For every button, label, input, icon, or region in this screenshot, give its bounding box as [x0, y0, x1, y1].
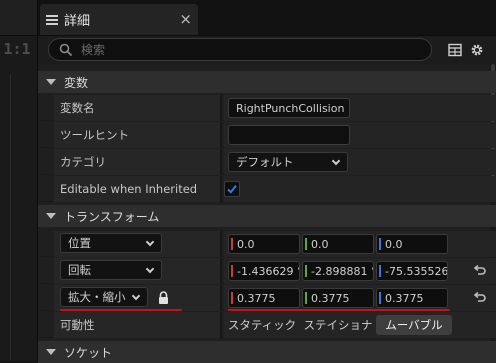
search-row	[38, 36, 496, 64]
chevron-down-icon	[145, 264, 155, 274]
property-row-variable-name: 変数名 RightPunchCollision	[38, 95, 496, 121]
scale-x-field[interactable]: 0.3775	[228, 288, 300, 308]
section-transform-header[interactable]: トランスフォーム	[38, 205, 496, 227]
property-row-location: 位置 0.0 0.0 0.0	[38, 231, 496, 257]
viewport-toolbar	[0, 0, 37, 36]
close-icon[interactable]: ×	[179, 10, 192, 28]
checkmark-icon	[227, 185, 237, 194]
search-input[interactable]	[81, 42, 401, 57]
section-title: 変数	[64, 75, 89, 90]
property-row-rotation: 回転 -1.436629 ° -2.898881 ° -75.535526	[38, 258, 496, 284]
property-row-mobility: 可動性 スタティック ステイショナ ムーバブル	[38, 312, 496, 338]
reset-arrow-icon[interactable]	[472, 264, 486, 278]
reset-arrow-icon[interactable]	[472, 291, 486, 305]
section-socket-header[interactable]: ソケット	[38, 341, 496, 363]
collapse-triangle-icon[interactable]	[46, 213, 56, 219]
rotation-label: 回転	[68, 263, 91, 277]
tab-bar: 詳細 ×	[38, 0, 496, 36]
table-view-icon[interactable]	[448, 43, 462, 57]
location-y-field[interactable]: 0.0	[302, 234, 374, 254]
mobility-option-movable[interactable]: ムーバブル	[376, 315, 452, 335]
scale-label: 拡大・縮小	[68, 290, 126, 304]
section-variable-header[interactable]: 変数	[38, 71, 496, 93]
property-row-editable-inherited: Editable when Inherited	[38, 176, 496, 202]
property-label: カテゴリ	[54, 149, 222, 175]
section-title: ソケット	[64, 345, 113, 360]
mobility-option-static[interactable]: スタティック	[224, 315, 300, 335]
collapse-triangle-icon[interactable]	[46, 349, 56, 355]
tooltip-field[interactable]	[228, 125, 350, 145]
viewport-edge: 1:1	[0, 0, 38, 361]
mobility-segmented-control: スタティック ステイショナ ムーバブル	[224, 315, 496, 335]
location-mode-dropdown[interactable]: 位置	[60, 233, 162, 253]
scale-y-field[interactable]: 0.3775	[302, 288, 374, 308]
property-label: Editable when Inherited	[54, 176, 222, 202]
property-row-tooltip: ツールヒント	[38, 122, 496, 148]
property-label: 可動性	[54, 312, 222, 338]
variable-name-field[interactable]: RightPunchCollision	[228, 98, 350, 118]
search-box[interactable]	[48, 38, 432, 61]
location-label: 位置	[68, 236, 91, 250]
details-list-icon	[46, 14, 58, 26]
annotation-underline-values	[228, 309, 450, 311]
category-value: デフォルト	[236, 155, 294, 169]
chevron-down-icon	[331, 156, 341, 166]
section-title: トランスフォーム	[64, 209, 160, 224]
chevron-down-icon	[131, 291, 141, 301]
scale-mode-dropdown[interactable]: 拡大・縮小	[60, 287, 148, 307]
location-x-field[interactable]: 0.0	[228, 234, 300, 254]
rotation-y-field[interactable]: -2.898881 °	[302, 261, 374, 281]
tab-details[interactable]: 詳細 ×	[40, 4, 198, 35]
tab-title: 詳細	[64, 14, 91, 29]
search-icon	[59, 43, 73, 57]
annotation-underline-scale	[60, 309, 156, 311]
gear-icon[interactable]	[470, 43, 484, 57]
property-row-scale: 拡大・縮小 0.3775 0.3775 0.3775	[38, 285, 496, 311]
property-row-category: カテゴリ デフォルト	[38, 149, 496, 175]
annotation-underline-lock	[150, 309, 182, 311]
rotation-z-field[interactable]: -75.535526	[376, 261, 448, 281]
property-label: 変数名	[54, 95, 222, 121]
details-panel: 詳細 × 変数 変数名 RightPunchCollision ツールヒント	[38, 0, 496, 363]
scale-z-field[interactable]: 0.3775	[376, 288, 448, 308]
lock-icon[interactable]	[158, 291, 169, 304]
rotation-x-field[interactable]: -1.436629 °	[228, 261, 300, 281]
rotation-mode-dropdown[interactable]: 回転	[60, 260, 162, 280]
collapse-triangle-icon[interactable]	[46, 79, 56, 85]
location-z-field[interactable]: 0.0	[376, 234, 448, 254]
viewport-grid-line	[10, 74, 11, 361]
mobility-option-stationary[interactable]: ステイショナ	[300, 315, 376, 335]
chevron-down-icon	[145, 237, 155, 247]
property-label: ツールヒント	[54, 122, 222, 148]
category-dropdown[interactable]: デフォルト	[228, 152, 348, 172]
editable-checkbox[interactable]	[224, 181, 240, 197]
viewport-ratio-label: 1:1	[3, 40, 31, 58]
